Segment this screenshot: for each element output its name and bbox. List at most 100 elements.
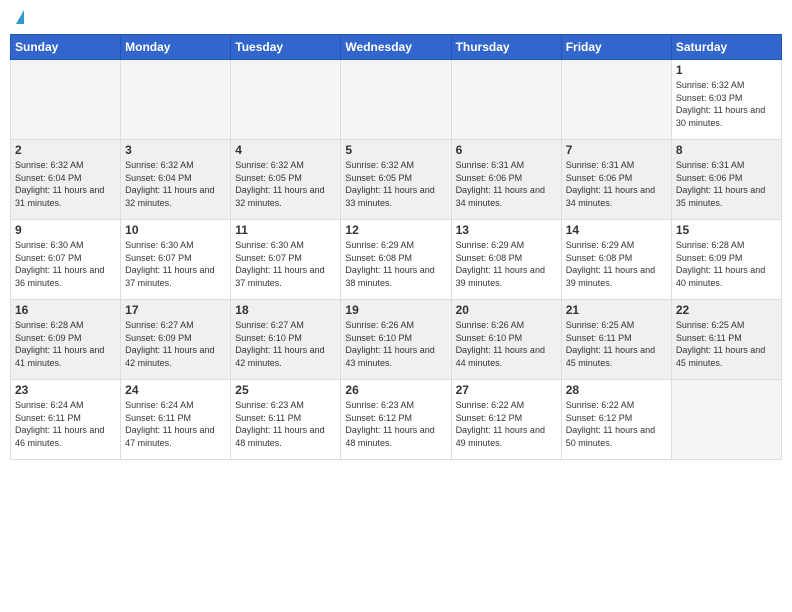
- day-info: Sunrise: 6:31 AM Sunset: 6:06 PM Dayligh…: [676, 159, 777, 209]
- day-info: Sunrise: 6:22 AM Sunset: 6:12 PM Dayligh…: [566, 399, 667, 449]
- day-info: Sunrise: 6:30 AM Sunset: 6:07 PM Dayligh…: [125, 239, 226, 289]
- calendar-cell: 27 Sunrise: 6:22 AM Sunset: 6:12 PM Dayli…: [451, 380, 561, 460]
- weekday-header-row: SundayMondayTuesdayWednesdayThursdayFrid…: [11, 35, 782, 60]
- calendar-cell: 16 Sunrise: 6:28 AM Sunset: 6:09 PM Dayli…: [11, 300, 121, 380]
- calendar-cell: 19 Sunrise: 6:26 AM Sunset: 6:10 PM Dayli…: [341, 300, 451, 380]
- day-number: 8: [676, 143, 777, 157]
- calendar-cell: 24Sunrise: 6:24 AM Sunset: 6:11 PM Dayli…: [121, 380, 231, 460]
- day-number: 25: [235, 383, 336, 397]
- calendar-cell: 6 Sunrise: 6:31 AM Sunset: 6:06 PM Daylig…: [451, 140, 561, 220]
- day-number: 26: [345, 383, 446, 397]
- day-info: Sunrise: 6:30 AM Sunset: 6:07 PM Dayligh…: [15, 239, 116, 289]
- weekday-header-tuesday: Tuesday: [231, 35, 341, 60]
- calendar-cell: 20 Sunrise: 6:26 AM Sunset: 6:10 PM Dayli…: [451, 300, 561, 380]
- calendar-cell: 8 Sunrise: 6:31 AM Sunset: 6:06 PM Daylig…: [671, 140, 781, 220]
- weekday-header-sunday: Sunday: [11, 35, 121, 60]
- calendar-body: 1Sunrise: 6:32 AM Sunset: 6:03 PM Daylig…: [11, 60, 782, 460]
- calendar-cell: 22 Sunrise: 6:25 AM Sunset: 6:11 PM Dayli…: [671, 300, 781, 380]
- day-info: Sunrise: 6:28 AM Sunset: 6:09 PM Dayligh…: [676, 239, 777, 289]
- calendar-cell: 9 Sunrise: 6:30 AM Sunset: 6:07 PM Daylig…: [11, 220, 121, 300]
- day-info: Sunrise: 6:32 AM Sunset: 6:04 PM Dayligh…: [15, 159, 116, 209]
- day-number: 1: [676, 63, 777, 77]
- day-number: 17: [125, 303, 226, 317]
- day-number: 20: [456, 303, 557, 317]
- day-number: 16: [15, 303, 116, 317]
- calendar-week-3: 9 Sunrise: 6:30 AM Sunset: 6:07 PM Daylig…: [11, 220, 782, 300]
- day-info: Sunrise: 6:23 AM Sunset: 6:11 PM Dayligh…: [235, 399, 336, 449]
- day-number: 15: [676, 223, 777, 237]
- weekday-header-monday: Monday: [121, 35, 231, 60]
- calendar-cell: 12 Sunrise: 6:29 AM Sunset: 6:08 PM Dayli…: [341, 220, 451, 300]
- day-info: Sunrise: 6:29 AM Sunset: 6:08 PM Dayligh…: [345, 239, 446, 289]
- calendar-cell: 4 Sunrise: 6:32 AM Sunset: 6:05 PM Daylig…: [231, 140, 341, 220]
- page-header: [10, 10, 782, 26]
- day-info: Sunrise: 6:31 AM Sunset: 6:06 PM Dayligh…: [566, 159, 667, 209]
- weekday-header-saturday: Saturday: [671, 35, 781, 60]
- calendar-cell: 26 Sunrise: 6:23 AM Sunset: 6:12 PM Dayli…: [341, 380, 451, 460]
- calendar-cell: [11, 60, 121, 140]
- calendar-cell: 2 Sunrise: 6:32 AM Sunset: 6:04 PM Daylig…: [11, 140, 121, 220]
- day-info: Sunrise: 6:27 AM Sunset: 6:09 PM Dayligh…: [125, 319, 226, 369]
- calendar-cell: 1Sunrise: 6:32 AM Sunset: 6:03 PM Daylig…: [671, 60, 781, 140]
- day-info: Sunrise: 6:26 AM Sunset: 6:10 PM Dayligh…: [345, 319, 446, 369]
- day-info: Sunrise: 6:32 AM Sunset: 6:05 PM Dayligh…: [235, 159, 336, 209]
- weekday-header-wednesday: Wednesday: [341, 35, 451, 60]
- logo-triangle-icon: [16, 10, 24, 24]
- calendar-table: SundayMondayTuesdayWednesdayThursdayFrid…: [10, 34, 782, 460]
- day-number: 9: [15, 223, 116, 237]
- calendar-cell: 11 Sunrise: 6:30 AM Sunset: 6:07 PM Dayli…: [231, 220, 341, 300]
- day-info: Sunrise: 6:30 AM Sunset: 6:07 PM Dayligh…: [235, 239, 336, 289]
- day-info: Sunrise: 6:22 AM Sunset: 6:12 PM Dayligh…: [456, 399, 557, 449]
- day-info: Sunrise: 6:24 AM Sunset: 6:11 PM Dayligh…: [15, 399, 116, 449]
- calendar-cell: 23 Sunrise: 6:24 AM Sunset: 6:11 PM Dayli…: [11, 380, 121, 460]
- calendar-cell: [671, 380, 781, 460]
- calendar-cell: [561, 60, 671, 140]
- day-info: Sunrise: 6:32 AM Sunset: 6:05 PM Dayligh…: [345, 159, 446, 209]
- day-number: 7: [566, 143, 667, 157]
- calendar-cell: [451, 60, 561, 140]
- day-number: 4: [235, 143, 336, 157]
- calendar-cell: 18 Sunrise: 6:27 AM Sunset: 6:10 PM Dayli…: [231, 300, 341, 380]
- calendar-cell: 10 Sunrise: 6:30 AM Sunset: 6:07 PM Dayli…: [121, 220, 231, 300]
- calendar-cell: 13Sunrise: 6:29 AM Sunset: 6:08 PM Dayli…: [451, 220, 561, 300]
- calendar-cell: [231, 60, 341, 140]
- day-number: 2: [15, 143, 116, 157]
- calendar-cell: [121, 60, 231, 140]
- calendar-cell: 15 Sunrise: 6:28 AM Sunset: 6:09 PM Dayli…: [671, 220, 781, 300]
- calendar-cell: 14 Sunrise: 6:29 AM Sunset: 6:08 PM Dayli…: [561, 220, 671, 300]
- calendar-cell: 25 Sunrise: 6:23 AM Sunset: 6:11 PM Dayli…: [231, 380, 341, 460]
- day-number: 19: [345, 303, 446, 317]
- day-number: 5: [345, 143, 446, 157]
- calendar-week-1: 1Sunrise: 6:32 AM Sunset: 6:03 PM Daylig…: [11, 60, 782, 140]
- calendar-week-5: 23 Sunrise: 6:24 AM Sunset: 6:11 PM Dayli…: [11, 380, 782, 460]
- day-number: 10: [125, 223, 226, 237]
- day-info: Sunrise: 6:29 AM Sunset: 6:08 PM Dayligh…: [566, 239, 667, 289]
- day-number: 6: [456, 143, 557, 157]
- day-number: 11: [235, 223, 336, 237]
- day-number: 28: [566, 383, 667, 397]
- day-info: Sunrise: 6:27 AM Sunset: 6:10 PM Dayligh…: [235, 319, 336, 369]
- day-number: 12: [345, 223, 446, 237]
- day-number: 22: [676, 303, 777, 317]
- calendar-week-4: 16 Sunrise: 6:28 AM Sunset: 6:09 PM Dayli…: [11, 300, 782, 380]
- day-number: 13: [456, 223, 557, 237]
- calendar-cell: 5 Sunrise: 6:32 AM Sunset: 6:05 PM Daylig…: [341, 140, 451, 220]
- weekday-header-thursday: Thursday: [451, 35, 561, 60]
- day-number: 23: [15, 383, 116, 397]
- day-info: Sunrise: 6:28 AM Sunset: 6:09 PM Dayligh…: [15, 319, 116, 369]
- day-info: Sunrise: 6:25 AM Sunset: 6:11 PM Dayligh…: [676, 319, 777, 369]
- calendar-cell: 3 Sunrise: 6:32 AM Sunset: 6:04 PM Daylig…: [121, 140, 231, 220]
- day-info: Sunrise: 6:32 AM Sunset: 6:04 PM Dayligh…: [125, 159, 226, 209]
- day-number: 18: [235, 303, 336, 317]
- day-info: Sunrise: 6:23 AM Sunset: 6:12 PM Dayligh…: [345, 399, 446, 449]
- day-number: 14: [566, 223, 667, 237]
- day-number: 27: [456, 383, 557, 397]
- day-info: Sunrise: 6:31 AM Sunset: 6:06 PM Dayligh…: [456, 159, 557, 209]
- calendar-header: SundayMondayTuesdayWednesdayThursdayFrid…: [11, 35, 782, 60]
- weekday-header-friday: Friday: [561, 35, 671, 60]
- day-info: Sunrise: 6:26 AM Sunset: 6:10 PM Dayligh…: [456, 319, 557, 369]
- calendar-cell: 21Sunrise: 6:25 AM Sunset: 6:11 PM Dayli…: [561, 300, 671, 380]
- logo: [14, 10, 24, 26]
- day-info: Sunrise: 6:24 AM Sunset: 6:11 PM Dayligh…: [125, 399, 226, 449]
- day-number: 3: [125, 143, 226, 157]
